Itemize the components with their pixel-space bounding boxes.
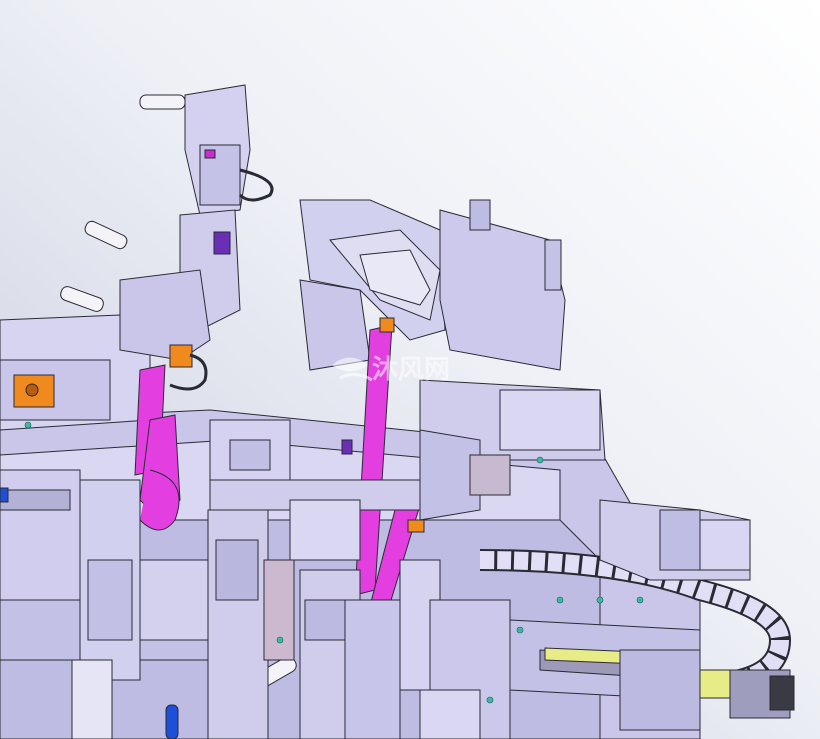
cad-render-scene: 沐风网 bbox=[0, 0, 820, 739]
cad-assembly-view: 沐风网 bbox=[0, 0, 820, 739]
watermark-text: 沐风网 bbox=[372, 355, 450, 385]
